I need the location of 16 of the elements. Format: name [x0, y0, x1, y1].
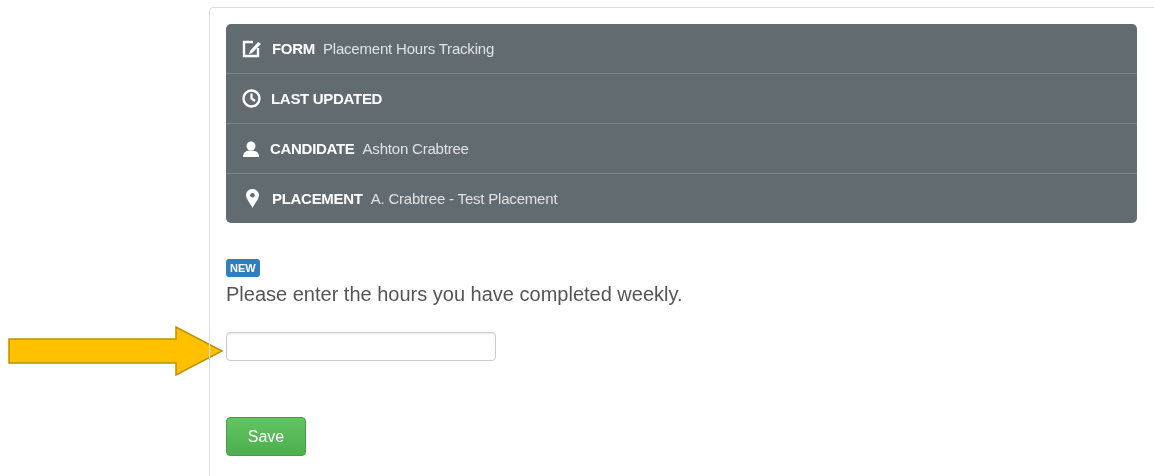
info-label: FORM — [272, 40, 315, 57]
info-value: Ashton Crabtree — [362, 140, 469, 157]
info-value: A. Crabtree - Test Placement — [370, 190, 558, 207]
info-label: CANDIDATE — [270, 140, 355, 157]
map-pin-icon — [246, 189, 259, 208]
save-button[interactable]: Save — [226, 417, 306, 456]
edit-icon — [242, 39, 262, 58]
clock-icon — [242, 89, 261, 108]
person-icon — [242, 140, 260, 157]
question-text: Please enter the hours you have completed weekly. — [226, 283, 683, 306]
hours-input-field[interactable] — [226, 332, 496, 361]
info-label: LAST UPDATED — [271, 90, 383, 107]
info-label: PLACEMENT — [272, 190, 363, 207]
info-value: Placement Hours Tracking — [322, 40, 495, 57]
pointer-arrow-icon — [8, 326, 224, 376]
new-badge: NEW — [226, 259, 260, 277]
